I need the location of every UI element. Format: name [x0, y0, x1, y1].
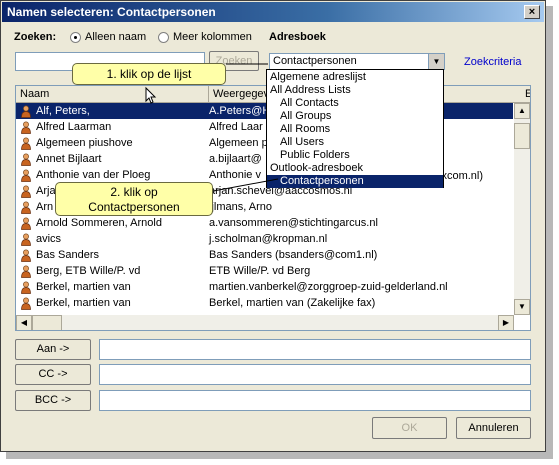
table-row[interactable]: Berkel, martien van martien.vanberkel@zor… — [16, 279, 513, 295]
contact-display-name: a.vansommeren@stichtingarcus.nl — [209, 217, 378, 229]
title-bar[interactable]: Namen selecteren: Contactpersonen × — [2, 2, 544, 22]
contact-display-name: Bas Sanders (bsanders@com1.nl) — [209, 249, 378, 261]
contact-name: avics — [36, 233, 62, 245]
scroll-down-icon[interactable]: ▼ — [514, 299, 530, 315]
dropdown-option-all-address-lists[interactable]: All Address Lists — [267, 84, 443, 97]
bcc-field[interactable] — [99, 390, 531, 411]
contact-name: Alfred Laarman — [36, 121, 112, 133]
contact-person-icon — [21, 121, 31, 134]
ok-button[interactable]: OK — [372, 417, 447, 439]
cc-field[interactable] — [99, 364, 531, 385]
dropdown-option-all-rooms[interactable]: All Rooms — [267, 123, 443, 136]
contact-name: Annet Bijlaart — [36, 153, 102, 165]
to-field[interactable] — [99, 339, 531, 360]
contact-person-icon — [21, 281, 31, 294]
to-button[interactable]: Aan -> — [15, 339, 91, 360]
contact-display-name: ijlmans, Arno — [209, 201, 272, 213]
dropdown-option-outlook-address-book[interactable]: Outlook-adresboek — [267, 162, 443, 175]
close-button[interactable]: × — [524, 5, 540, 19]
contact-person-icon — [21, 297, 31, 310]
address-book-select[interactable]: Contactpersonen ▼ — [269, 53, 445, 70]
radio-name-only[interactable] — [70, 32, 81, 43]
contact-display-name: martien.vanberkel@zorggroep-zuid-gelderl… — [209, 281, 448, 293]
contact-name: Arja — [36, 185, 56, 197]
dropdown-option-public-folders[interactable]: Public Folders — [267, 149, 443, 162]
contact-display-name: a.bijlaart@ — [209, 153, 262, 165]
contact-name: Arn — [36, 201, 54, 213]
scroll-right-icon[interactable]: ▶ — [498, 315, 514, 330]
callout-step-2-line-2: Contactpersonen — [88, 200, 180, 214]
contact-person-icon — [21, 265, 31, 278]
dropdown-option-global-address-list[interactable]: Algemene adreslijst — [267, 71, 443, 84]
contact-person-icon — [21, 169, 31, 182]
dropdown-option-all-groups[interactable]: All Groups — [267, 110, 443, 123]
contact-person-icon — [21, 105, 31, 118]
contact-name: Bas Sanders — [36, 249, 99, 261]
radio-more-columns[interactable] — [158, 32, 169, 43]
dropdown-option-all-users[interactable]: All Users — [267, 136, 443, 149]
horizontal-scroll-thumb[interactable] — [32, 315, 62, 330]
contact-name: Algemeen piushove — [36, 137, 133, 149]
callout-step-2: 2. klik op Contactpersonen — [55, 182, 213, 216]
contact-person-icon — [21, 217, 31, 230]
horizontal-scrollbar[interactable]: ◀ ▶ — [16, 315, 514, 330]
vertical-scrollbar[interactable]: ▲ ▼ — [514, 103, 530, 315]
cc-button[interactable]: CC -> — [15, 364, 91, 385]
table-row[interactable]: Arnold Sommeren, Arnold a.vansommeren@sti… — [16, 215, 513, 231]
column-header-email[interactable]: E- — [521, 86, 530, 103]
table-row[interactable]: Berkel, martien van Berkel, martien van (… — [16, 295, 513, 311]
table-row[interactable]: avics j.scholman@kropman.nl — [16, 231, 513, 247]
contact-name: Berkel, martien van — [36, 297, 131, 309]
address-book-label: Adresboek — [269, 31, 326, 43]
contact-person-icon — [21, 249, 31, 262]
scroll-thumb[interactable] — [514, 123, 530, 149]
radio-more-columns-label[interactable]: Meer kolommen — [173, 31, 252, 43]
column-header-name[interactable]: Naam — [16, 86, 209, 103]
contact-display-name: j.scholman@kropman.nl — [209, 233, 328, 245]
scroll-up-icon[interactable]: ▲ — [514, 103, 530, 119]
advanced-search-link[interactable]: Zoekcriteria — [464, 56, 521, 68]
contact-name: Berg, ETB Wille/P. vd — [36, 265, 141, 277]
bcc-button[interactable]: BCC -> — [15, 390, 91, 411]
contact-display-name: Alfred Laar — [209, 121, 263, 133]
contact-person-icon — [21, 137, 31, 150]
contact-name: Berkel, martien van — [36, 281, 131, 293]
contact-name: Alf, Peters, — [36, 105, 90, 117]
contact-person-icon — [21, 233, 31, 246]
address-book-selected: Contactpersonen — [273, 55, 357, 67]
contact-name: Arnold Sommeren, Arnold — [36, 217, 162, 229]
cancel-button[interactable]: Annuleren — [456, 417, 531, 439]
dropdown-option-contacts[interactable]: Contactpersonen — [267, 175, 443, 188]
callout-step-2-line-1: 2. klik op — [110, 185, 158, 199]
table-row[interactable]: Berg, ETB Wille/P. vd ETB Wille/P. vd Ber… — [16, 263, 513, 279]
contact-display-name: Anthonie v — [209, 169, 261, 181]
chevron-down-icon[interactable]: ▼ — [428, 54, 444, 69]
contact-person-icon — [21, 201, 31, 214]
table-row[interactable]: Bas Sanders Bas Sanders (bsanders@com1.nl… — [16, 247, 513, 263]
search-label: Zoeken: — [14, 31, 57, 43]
contact-name: Anthonie van der Ploeg — [36, 169, 151, 181]
window-title: Namen selecteren: Contactpersonen — [7, 5, 216, 19]
callout-step-1: 1. klik op de lijst — [72, 63, 226, 85]
contact-person-icon — [21, 153, 31, 166]
address-book-dropdown[interactable]: Algemene adreslijst All Address Lists Al… — [266, 69, 444, 188]
contact-display-name: Berkel, martien van (Zakelijke fax) — [209, 297, 376, 309]
radio-name-only-label[interactable]: Alleen naam — [85, 31, 146, 43]
dropdown-option-all-contacts[interactable]: All Contacts — [267, 97, 443, 110]
contact-display-name: Algemeen p — [209, 137, 268, 149]
contact-display-name: ETB Wille/P. vd Berg — [209, 265, 311, 277]
contact-person-icon — [21, 185, 31, 198]
contact-display-name: A.Peters@H — [209, 105, 271, 117]
scroll-left-icon[interactable]: ◀ — [16, 315, 32, 330]
